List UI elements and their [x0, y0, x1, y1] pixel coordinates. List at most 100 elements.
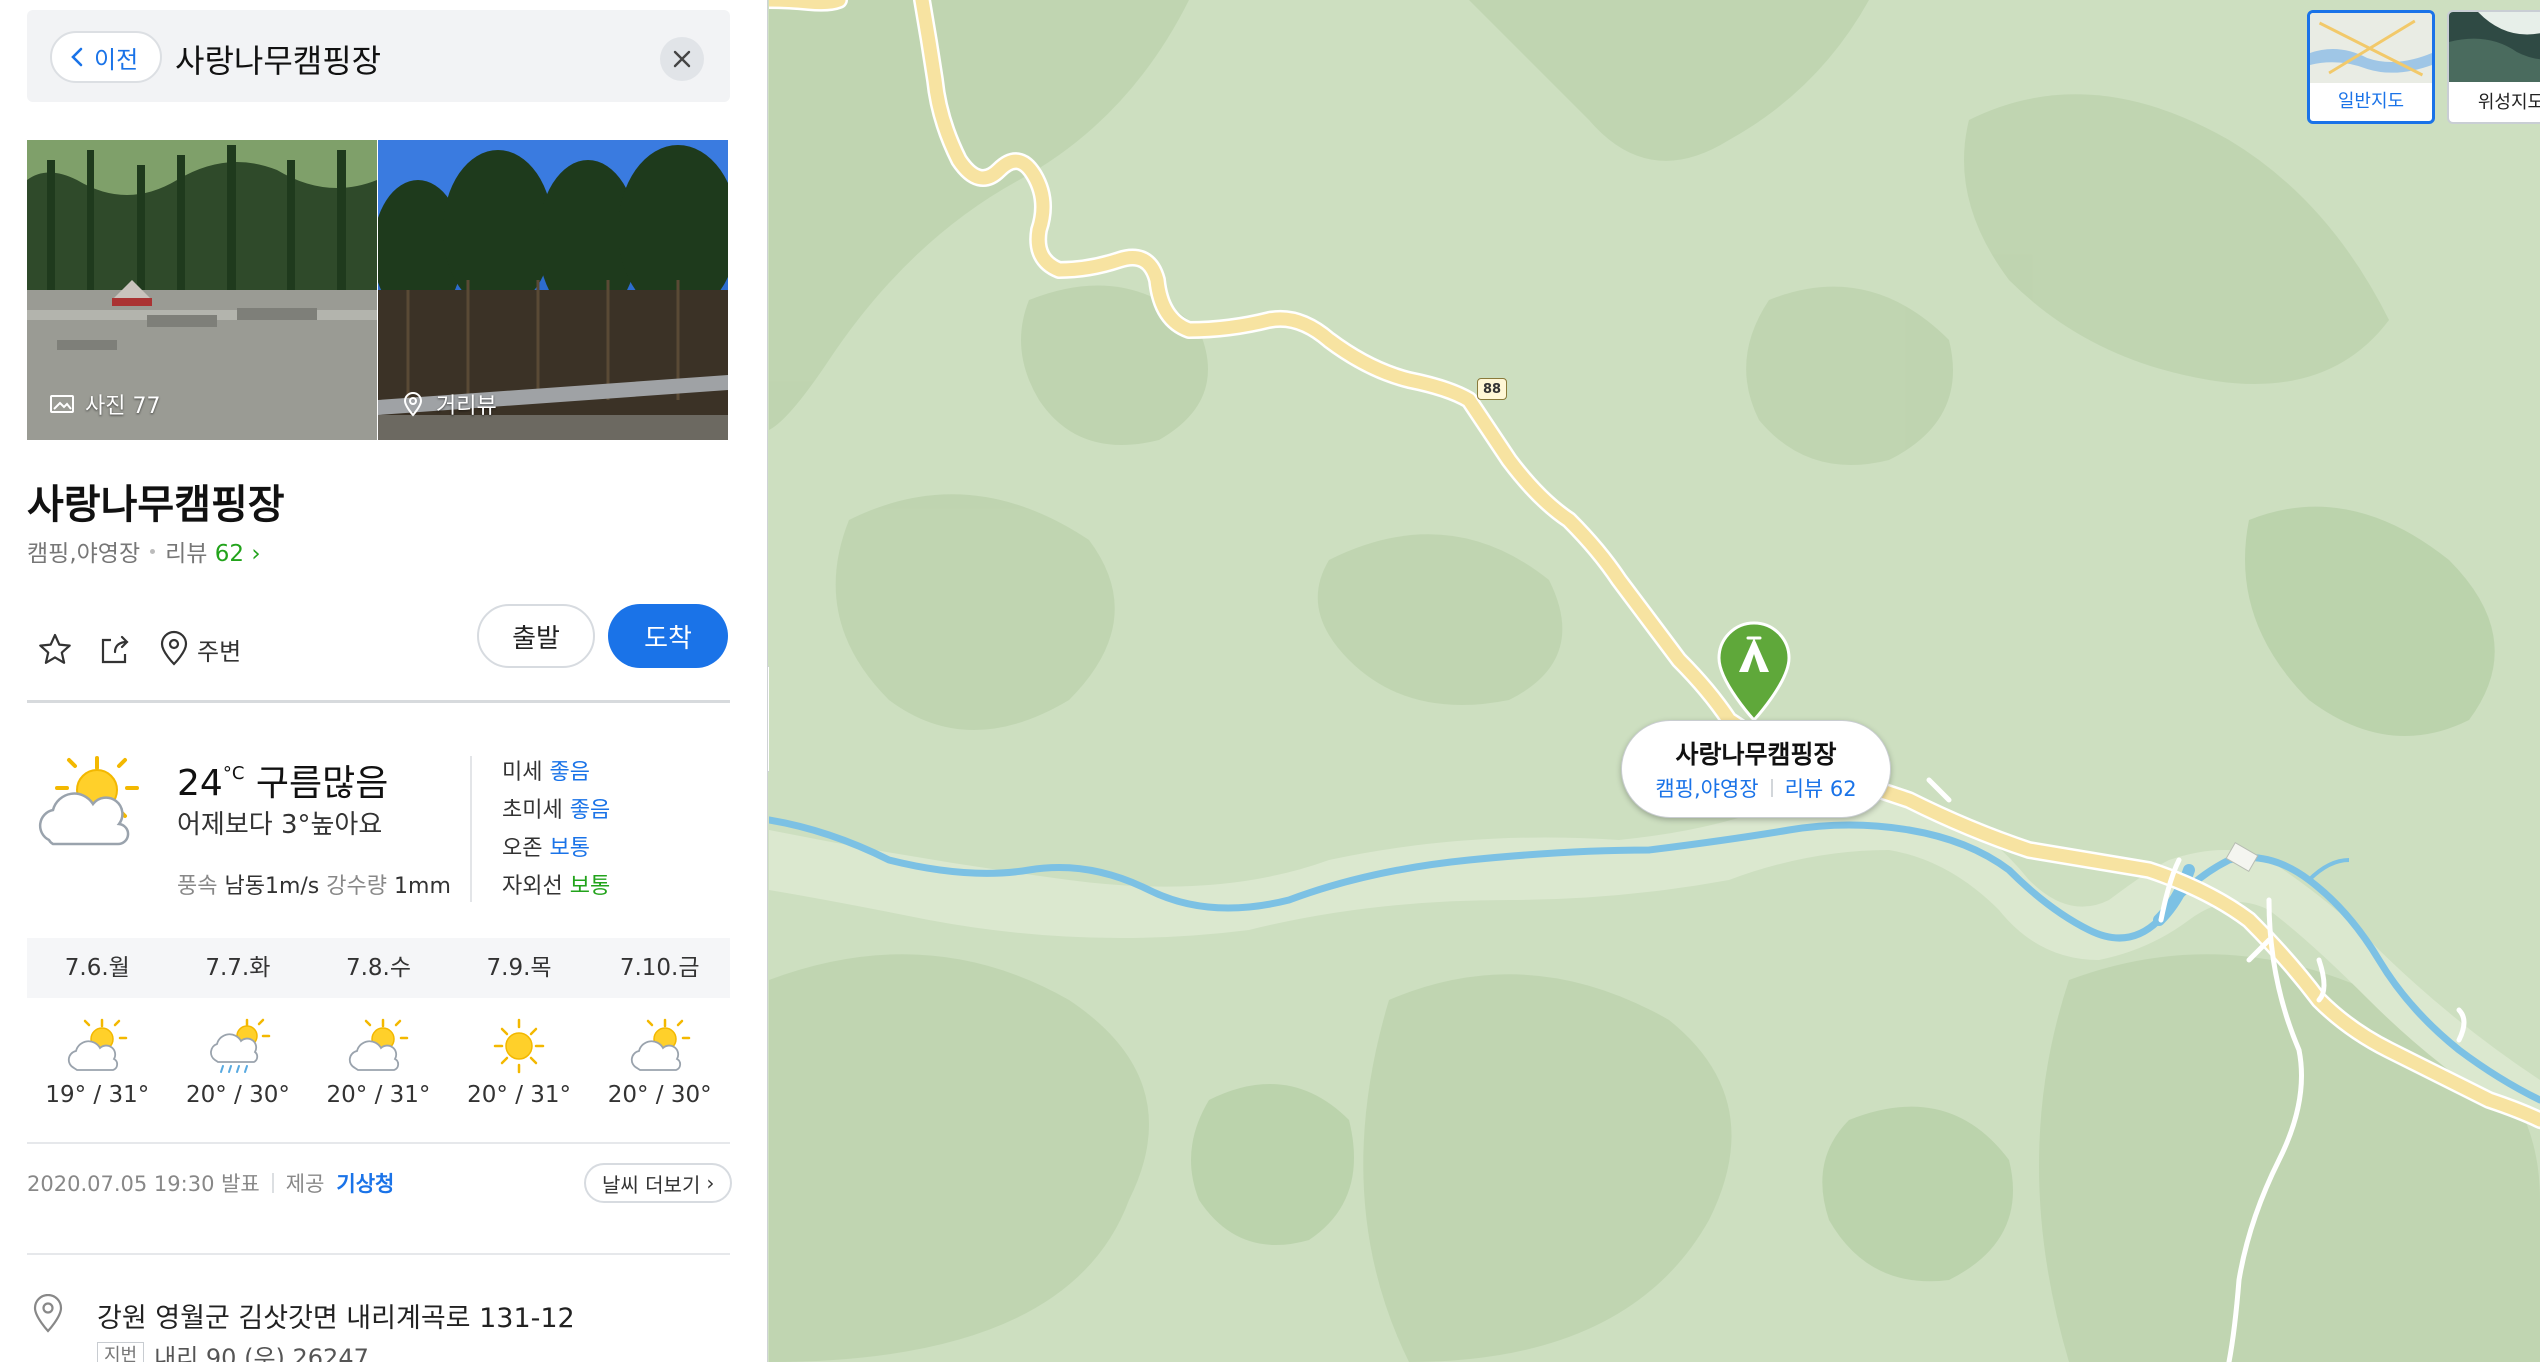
nearby-pin-icon — [160, 630, 188, 666]
roadview-text: 거리뷰 — [436, 394, 497, 419]
weather-divider — [470, 756, 472, 902]
chevron-right-icon: › — [706, 1171, 715, 1195]
review-label: 리뷰 — [165, 541, 208, 567]
photo-count-label: 사진 77 — [49, 388, 160, 420]
issue-separator — [271, 1173, 274, 1193]
forecast-date: 7.7.화 — [205, 955, 271, 981]
rain-sun-icon — [210, 1018, 271, 1073]
chevron-left-icon — [71, 47, 83, 67]
arrive-button[interactable]: 도착 — [608, 604, 728, 668]
place-category: 캠핑,야영장 — [27, 541, 141, 567]
back-button[interactable]: 이전 — [50, 31, 163, 83]
temp-unit: °C — [222, 763, 245, 784]
forecast-temp: 20° / 30° — [607, 1082, 712, 1108]
sunny-icon — [493, 1018, 545, 1074]
air-value: 보통 — [549, 836, 590, 861]
search-query[interactable]: 사랑나무캠핑장 — [175, 36, 381, 82]
air-quality-list: 미세 좋음 초미세 좋음 오존 보통 자외선 보통 — [502, 754, 610, 906]
forecast-date: 7.6.월 — [64, 955, 130, 981]
air-label: 오존 — [502, 836, 543, 861]
close-icon — [673, 50, 691, 68]
review-count: 62 — [214, 541, 245, 567]
campsite-marker-icon[interactable] — [1715, 620, 1793, 722]
callout-category[interactable]: 캠핑,야영장 — [1655, 773, 1758, 803]
share-button[interactable] — [95, 630, 135, 670]
more-weather-button[interactable]: 날씨 더보기 › — [584, 1163, 733, 1203]
image-icon — [50, 395, 74, 413]
air-label: 초미세 — [502, 798, 563, 823]
place-photo[interactable]: 사진 77 — [27, 140, 377, 440]
search-bar: 이전 사랑나무캠핑장 — [27, 10, 730, 102]
forecast-date: 7.10.금 — [619, 955, 700, 981]
jibun-badge: 지번 — [97, 1341, 145, 1362]
depart-button[interactable]: 출발 — [477, 604, 595, 668]
air-value: 좋음 — [569, 798, 611, 823]
place-title: 사랑나무캠핑장 — [27, 482, 285, 528]
place-panel: 이전 사랑나무캠핑장 사진 77 거리뷰 사랑나무캠핑장 캠핑,야영장 리뷰 6… — [0, 0, 768, 1362]
nearby-button[interactable]: 주변 — [155, 630, 241, 668]
forecast-day: 20° / 31° — [449, 998, 590, 1128]
callout-review[interactable]: 리뷰 62 — [1785, 773, 1857, 803]
rain-value: 1mm — [394, 874, 451, 899]
forecast-day: 20° / 30° — [589, 998, 730, 1128]
air-label: 미세 — [502, 760, 543, 785]
forecast-day: 20° / 30° — [168, 998, 309, 1128]
wind-label: 풍속 — [177, 874, 218, 899]
partly-cloudy-icon — [630, 1018, 690, 1071]
current-weather: 24°C 구름많음 어제보다 3°높아요 풍속 남동1m/s 강수량 1mm 미… — [27, 740, 730, 920]
current-temp: 24°C 구름많음 — [177, 754, 388, 806]
map-canvas[interactable]: 88 일반지도 위성지도 사랑나무캠핑장 캠핑,야영장 리뷰 62 — [769, 0, 2540, 1362]
forecast-temp: 20° / 31° — [326, 1082, 431, 1108]
place-meta: 캠핑,야영장 리뷰 62 › — [27, 534, 261, 568]
air-item: 오존 보통 — [502, 830, 610, 868]
partly-cloudy-icon — [349, 1018, 409, 1071]
terrain-map — [769, 0, 2540, 1362]
section-divider — [27, 700, 730, 703]
weather-section-divider — [27, 1253, 730, 1255]
photo-strip: 사진 77 거리뷰 — [27, 140, 728, 440]
nearby-label: 주변 — [197, 637, 242, 666]
callout-title: 사랑나무캠핑장 — [1675, 740, 1837, 769]
provider-link[interactable]: 기상청 — [336, 1168, 394, 1198]
air-value: 보통 — [569, 874, 611, 899]
temp-value: 24 — [177, 763, 223, 804]
air-value: 좋음 — [549, 760, 590, 785]
forecast-temp: 19° / 31° — [45, 1082, 150, 1108]
favorite-button[interactable] — [35, 630, 75, 670]
wind-rain-line: 풍속 남동1m/s 강수량 1mm — [177, 868, 451, 900]
route-88-shield: 88 — [1477, 378, 1507, 400]
road-address: 강원 영월군 김삿갓면 내리계곡로 131-12 — [97, 1303, 575, 1334]
air-item: 미세 좋음 — [502, 754, 610, 792]
maptype-normal-label: 일반지도 — [2337, 91, 2405, 112]
roadview-photo[interactable]: 거리뷰 — [378, 140, 728, 440]
weekly-forecast: 7.6.월 7.7.화 7.8.수 7.9.목 7.10.금 19° / 31°… — [27, 938, 730, 1128]
share-icon — [101, 635, 129, 664]
temp-compare: 어제보다 3°높아요 — [177, 810, 383, 840]
more-weather-label: 날씨 더보기 — [602, 1172, 701, 1197]
forecast-day: 19° / 31° — [27, 998, 168, 1128]
maptype-satellite[interactable]: 위성지도 — [2447, 10, 2540, 124]
photo-count-text: 사진 77 — [85, 394, 161, 419]
rain-label: 강수량 — [326, 874, 388, 899]
chevron-right-icon: › — [251, 541, 261, 567]
jibun-address-line: 지번 내리 90 (우) 26247 — [97, 1338, 369, 1362]
forecast-temp: 20° / 31° — [467, 1082, 572, 1108]
place-callout[interactable]: 사랑나무캠핑장 캠핑,야영장 리뷰 62 — [1621, 720, 1891, 818]
forecast-date: 7.9.목 — [486, 955, 552, 981]
back-button-label: 이전 — [94, 45, 139, 74]
clear-search-button[interactable] — [660, 37, 704, 81]
action-row: 주변 출발 도착 — [27, 600, 730, 700]
forecast-date: 7.8.수 — [345, 955, 412, 981]
maptype-normal[interactable]: 일반지도 — [2307, 10, 2435, 124]
callout-meta: 캠핑,야영장 리뷰 62 — [1622, 773, 1890, 803]
forecast-divider — [27, 1142, 730, 1144]
weather-condition: 구름많음 — [255, 763, 389, 804]
review-link[interactable]: 리뷰 62 › — [165, 534, 260, 568]
roadview-label: 거리뷰 — [400, 388, 497, 420]
partly-cloudy-icon — [68, 1018, 128, 1071]
issue-time: 2020.07.05 19:30 발표 — [27, 1172, 260, 1196]
partly-cloudy-icon — [38, 756, 139, 846]
meta-separator — [150, 548, 156, 554]
forecast-dates: 7.6.월 7.7.화 7.8.수 7.9.목 7.10.금 — [27, 938, 730, 998]
jibun-address: 내리 90 (우) 26247 — [154, 1344, 369, 1362]
